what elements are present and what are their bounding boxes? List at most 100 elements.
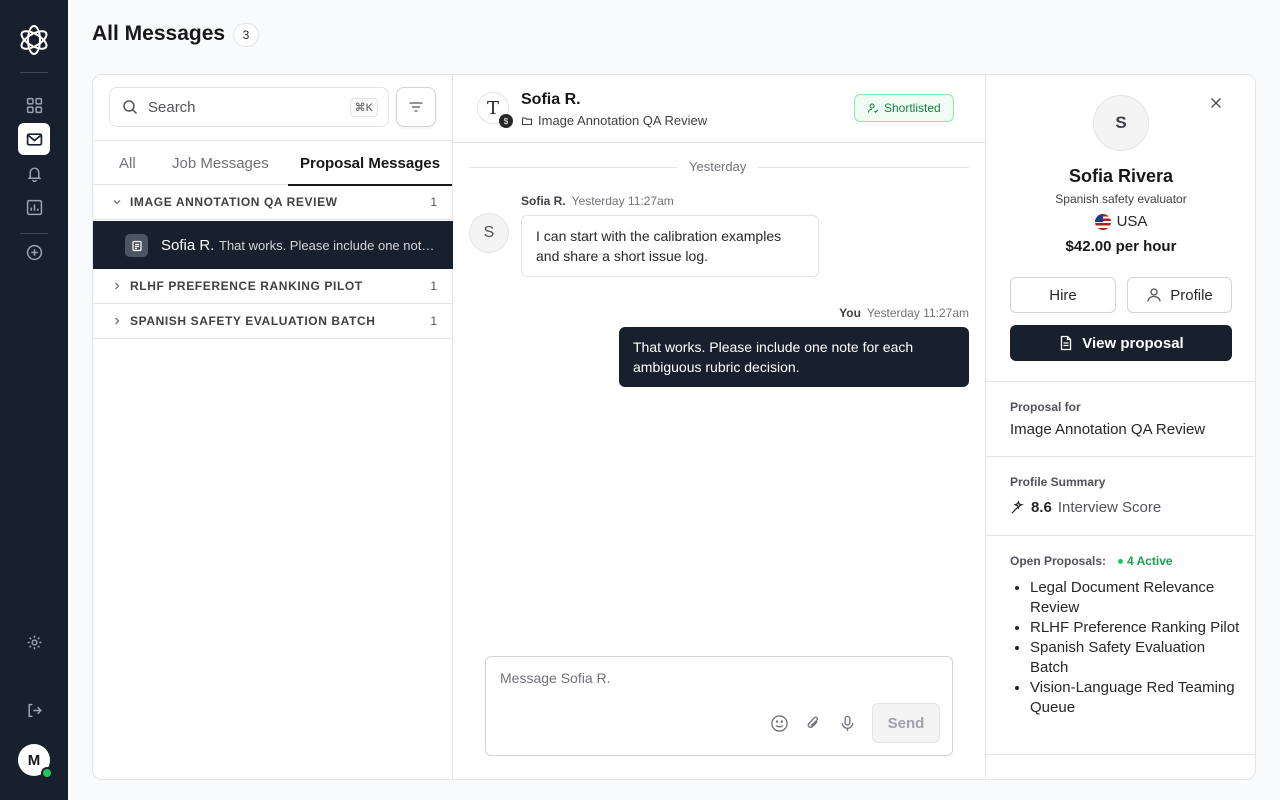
profile-country: USA <box>986 213 1255 230</box>
page-title: All Messages <box>92 22 226 45</box>
proposal-icon <box>131 240 142 251</box>
filter-icon <box>409 102 423 112</box>
filter-button[interactable] <box>396 87 436 127</box>
message-time: Yesterday 11:27am <box>571 194 674 208</box>
send-button[interactable]: Send <box>872 703 940 743</box>
group-count: 1 <box>430 195 437 209</box>
profile-button[interactable]: Profile <box>1127 277 1232 313</box>
profile-avatar: S <box>1093 95 1149 151</box>
profile-summary-label: Profile Summary <box>1010 475 1106 489</box>
group-image-annotation[interactable]: IMAGE ANNOTATION QA REVIEW 1 <box>93 185 453 220</box>
list-item[interactable]: Vision-Language Red Teaming Queue <box>1030 678 1240 718</box>
chat-contact-name: Sofia R. <box>521 91 581 108</box>
gear-icon <box>27 635 41 649</box>
bell-icon <box>27 166 41 182</box>
profile-country-name: USA <box>1116 213 1148 230</box>
app-logo-icon[interactable] <box>17 23 51 57</box>
group-rlhf[interactable]: RLHF PREFERENCE RANKING PILOT 1 <box>93 269 453 304</box>
nav-messages[interactable] <box>18 123 50 155</box>
active-count-badge: 4 Active <box>1118 554 1173 568</box>
chat-panel: T $ Sofia R. Image Annotation QA Review … <box>453 75 986 779</box>
user-avatar[interactable]: M <box>18 744 53 779</box>
sender-avatar: S <box>469 213 509 253</box>
message-time: Yesterday 11:27am <box>866 306 969 320</box>
group-name: RLHF PREFERENCE RANKING PILOT <box>130 279 363 293</box>
nav-logout[interactable] <box>18 694 50 726</box>
user-icon <box>1147 288 1161 302</box>
document-icon <box>1061 335 1072 351</box>
list-item[interactable]: Spanish Safety Evaluation Batch <box>1030 638 1240 678</box>
voice-button[interactable] <box>837 713 857 733</box>
status-badge-label: Shortlisted <box>884 101 941 115</box>
emoji-button[interactable] <box>769 713 789 733</box>
chevron-right-icon <box>115 317 120 325</box>
attach-button[interactable] <box>803 713 823 733</box>
profile-role: Spanish safety evaluator <box>1055 192 1187 206</box>
search-shortcut: ⌘K <box>349 97 378 117</box>
open-proposals-list: Legal Document Relevance Review RLHF Pre… <box>1030 578 1240 718</box>
chat-job: Image Annotation QA Review <box>521 113 707 128</box>
tab-proposal-messages[interactable]: Proposal Messages <box>287 141 453 186</box>
chart-icon <box>26 199 42 215</box>
nav-settings[interactable] <box>18 626 50 658</box>
search-placeholder: Search <box>148 98 196 116</box>
us-flag-icon <box>1094 213 1111 230</box>
section-divider <box>986 456 1255 457</box>
smile-icon <box>770 714 788 732</box>
message-tabs: All Job Messages Proposal Messages <box>93 140 453 186</box>
group-name: SPANISH SAFETY EVALUATION BATCH <box>130 314 376 328</box>
nav-notifications[interactable] <box>18 157 50 189</box>
list-item[interactable]: RLHF Preference Ranking Pilot <box>1030 618 1240 638</box>
profile-panel: S Sofia Rivera Spanish safety evaluator … <box>986 75 1255 779</box>
proposal-for-label: Proposal for <box>1010 400 1081 414</box>
tab-job-messages[interactable]: Job Messages <box>172 141 269 185</box>
thread-name: Sofia R. <box>161 236 215 254</box>
nav-create[interactable] <box>18 236 50 268</box>
folder-icon <box>521 116 533 125</box>
thread-icon <box>125 234 148 257</box>
message-bubble-incoming: I can start with the calibration example… <box>521 215 819 277</box>
profile-name: Sofia Rivera <box>1068 166 1174 186</box>
chat-avatar-letter: T <box>486 97 499 119</box>
hire-button[interactable]: Hire <box>1010 277 1116 313</box>
message-sender: You <box>839 306 861 320</box>
paperclip-icon <box>807 716 818 728</box>
day-label: Yesterday <box>677 159 759 174</box>
user-initial: M <box>27 751 41 769</box>
section-divider <box>986 381 1255 382</box>
chat-avatar: T $ <box>477 92 513 128</box>
composer-placeholder: Message Sofia R. <box>500 670 611 686</box>
online-indicator <box>41 767 53 779</box>
proposal-for-value: Image Annotation QA Review <box>1010 421 1206 438</box>
nav-analytics[interactable] <box>18 191 50 223</box>
view-proposal-button[interactable]: View proposal <box>1010 325 1232 361</box>
score-label: Interview Score <box>1057 499 1162 516</box>
nav-dashboard[interactable] <box>18 89 50 121</box>
search-icon <box>123 100 138 115</box>
list-item[interactable]: Legal Document Relevance Review <box>1030 578 1240 618</box>
message-meta: You Yesterday 11:27am <box>839 306 969 320</box>
interview-score: 8.6 Interview Score <box>1010 499 1161 516</box>
group-spanish-safety[interactable]: SPANISH SAFETY EVALUATION BATCH 1 <box>93 304 453 339</box>
group-count: 1 <box>430 314 437 328</box>
logout-icon <box>27 703 42 717</box>
message-count-badge: 3 <box>233 23 259 47</box>
group-name: IMAGE ANNOTATION QA REVIEW <box>130 195 338 209</box>
search-input[interactable]: Search ⌘K <box>109 87 389 127</box>
dollar-icon: $ <box>499 114 513 128</box>
message-bubble-outgoing: That works. Please include one note for … <box>619 327 969 387</box>
thread-item-sofia[interactable]: Sofia R. That works. Please include one … <box>93 221 453 269</box>
message-composer[interactable]: Message Sofia R. Send <box>485 656 953 756</box>
group-count: 1 <box>430 279 437 293</box>
profile-button-label: Profile <box>1170 286 1213 304</box>
score-value: 8.6 <box>1031 499 1052 516</box>
section-divider <box>986 754 1255 755</box>
rail-divider <box>20 233 48 234</box>
tab-all[interactable]: All <box>119 141 136 185</box>
close-icon[interactable] <box>1208 95 1224 111</box>
open-proposals-label: Open Proposals: <box>1010 554 1107 568</box>
sidebar-rail: M <box>0 0 68 800</box>
rail-divider <box>20 72 48 73</box>
status-badge[interactable]: Shortlisted <box>854 94 954 122</box>
chevron-down-icon <box>113 200 121 205</box>
